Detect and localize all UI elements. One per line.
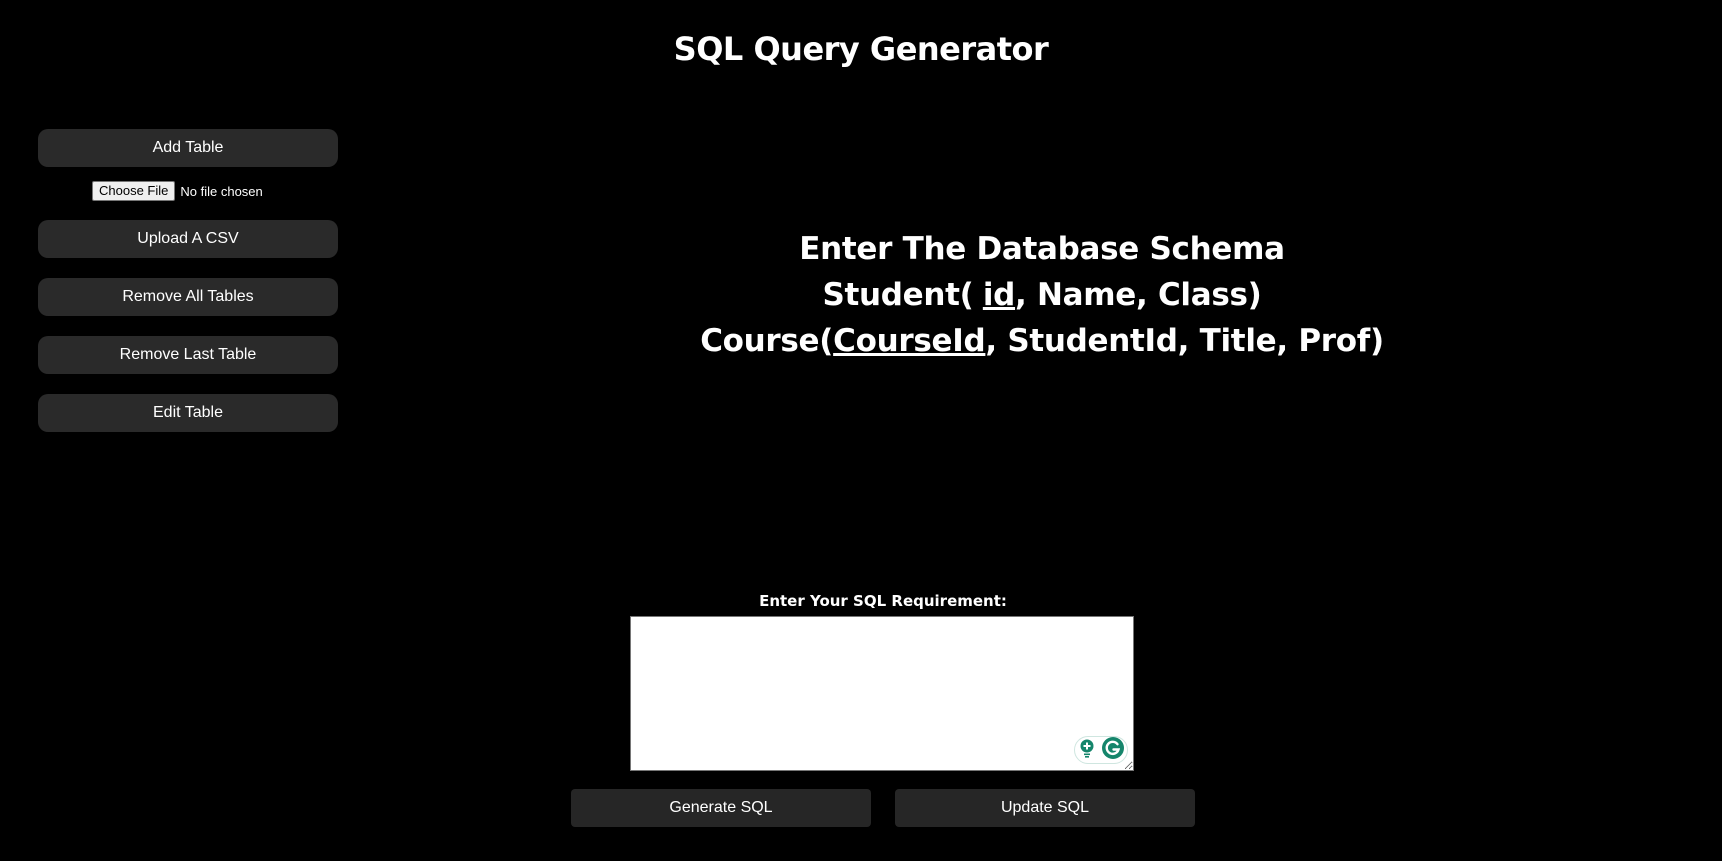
generate-sql-button[interactable]: Generate SQL xyxy=(571,789,871,827)
file-input[interactable]: Choose File No file chosen xyxy=(92,181,263,201)
remove-last-table-button[interactable]: Remove Last Table xyxy=(38,336,338,374)
update-sql-button[interactable]: Update SQL xyxy=(895,789,1195,827)
add-table-button[interactable]: Add Table xyxy=(38,129,338,167)
remove-all-tables-button[interactable]: Remove All Tables xyxy=(38,278,338,316)
edit-table-button[interactable]: Edit Table xyxy=(38,394,338,432)
table-name: Course( xyxy=(700,323,834,359)
page-title: SQL Query Generator xyxy=(673,30,1049,68)
requirement-label: Enter Your SQL Requirement: xyxy=(759,592,1007,610)
table-name: Student( xyxy=(822,277,974,313)
upload-csv-button[interactable]: Upload A CSV xyxy=(38,220,338,258)
primary-key: CourseId xyxy=(833,323,986,359)
app-root: SQL Query Generator Add Table Choose Fil… xyxy=(0,0,1722,861)
schema-display: Enter The Database Schema Student(id, Na… xyxy=(542,226,1542,364)
table-columns: , Name, Class) xyxy=(1015,277,1262,313)
schema-heading: Enter The Database Schema xyxy=(799,231,1285,267)
table-columns: , StudentId, Title, Prof) xyxy=(985,323,1384,359)
file-status-text: No file chosen xyxy=(180,183,263,199)
grammarly-icon[interactable] xyxy=(1101,736,1125,765)
schema-table-student: Student(id, Name, Class) xyxy=(542,272,1542,318)
requirement-textarea[interactable] xyxy=(630,616,1134,771)
choose-file-button[interactable]: Choose File xyxy=(92,181,176,201)
primary-key: id xyxy=(982,277,1016,313)
schema-table-course: Course(CourseId, StudentId, Title, Prof) xyxy=(542,318,1542,364)
grammarly-widget[interactable] xyxy=(1074,736,1128,764)
lightbulb-icon[interactable] xyxy=(1078,738,1096,763)
